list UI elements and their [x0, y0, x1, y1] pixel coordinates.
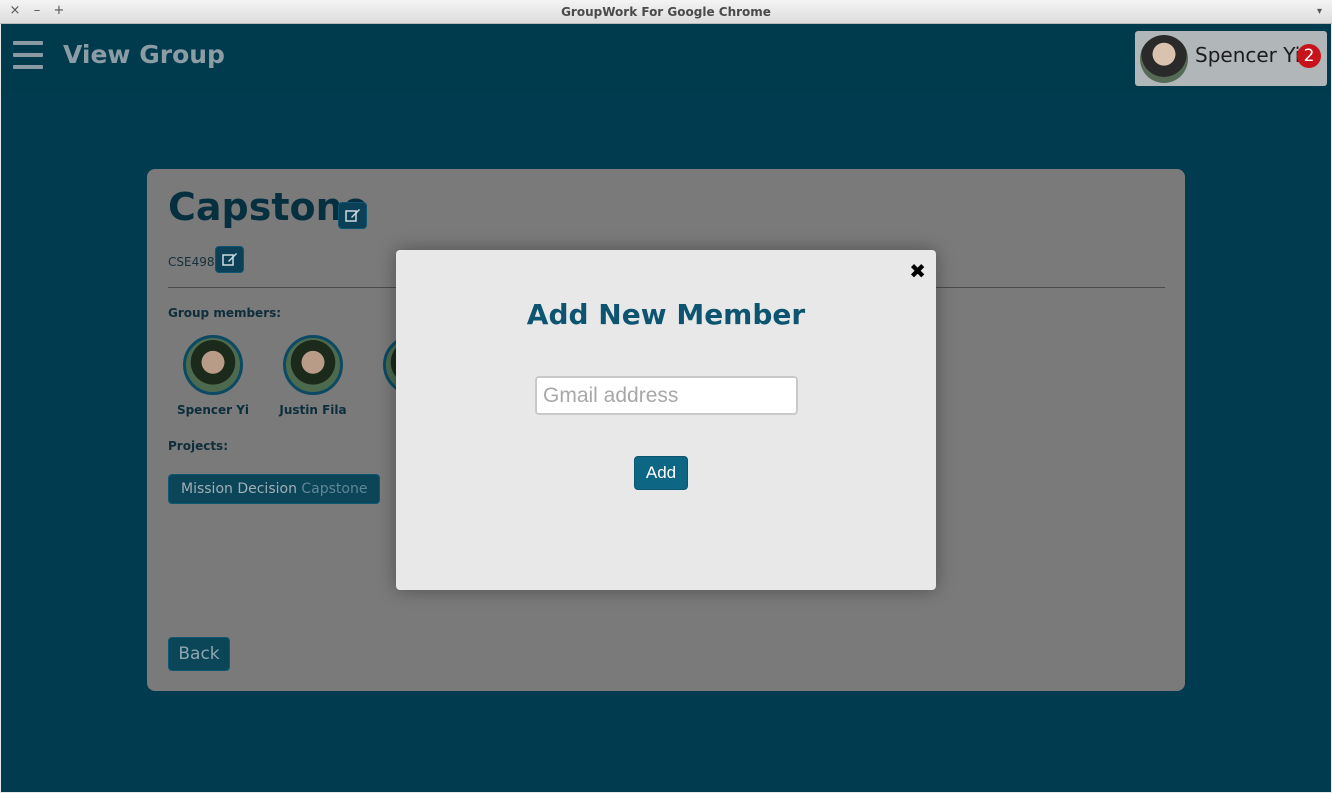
course-code: CSE498: [168, 255, 215, 269]
member-name: Justin Fila: [279, 403, 347, 417]
gmail-input[interactable]: [535, 376, 798, 415]
projects-label: Projects:: [168, 439, 228, 453]
page-title: View Group: [63, 40, 225, 69]
user-name: Spencer Yi: [1195, 43, 1301, 67]
member-name: Spencer Yi: [176, 403, 250, 417]
edit-icon: [345, 209, 360, 222]
edit-icon: [222, 253, 237, 266]
edit-course-button[interactable]: [215, 246, 244, 273]
member-item[interactable]: Spencer Yi: [173, 335, 253, 417]
edit-group-name-button[interactable]: [338, 202, 367, 229]
project-name: Mission Decision: [181, 481, 297, 497]
members-label: Group members:: [168, 306, 282, 320]
avatar: [283, 335, 343, 395]
window-titlebar: × – + GroupWork For Google Chrome ▾: [0, 0, 1332, 24]
add-button[interactable]: Add: [634, 456, 688, 490]
dialog-title: Add New Member: [526, 298, 806, 331]
project-button[interactable]: Mission Decision Capstone: [168, 474, 381, 504]
app-bar: View Group Spencer Yi 2: [1, 24, 1331, 94]
member-item[interactable]: Justin Fila: [273, 335, 353, 417]
window-title: GroupWork For Google Chrome: [561, 5, 771, 19]
add-member-dialog: ✖ Add New Member Add: [396, 250, 936, 590]
hamburger-menu-icon[interactable]: [13, 41, 45, 73]
notification-badge[interactable]: 2: [1297, 44, 1321, 68]
project-group: Capstone: [301, 481, 368, 497]
close-icon[interactable]: ✖: [909, 260, 926, 282]
window-menu-icon[interactable]: ▾: [1317, 6, 1322, 17]
avatar: [183, 335, 243, 395]
back-button[interactable]: Back: [168, 637, 230, 671]
avatar: [1140, 35, 1188, 83]
user-menu[interactable]: Spencer Yi 2: [1135, 31, 1327, 86]
